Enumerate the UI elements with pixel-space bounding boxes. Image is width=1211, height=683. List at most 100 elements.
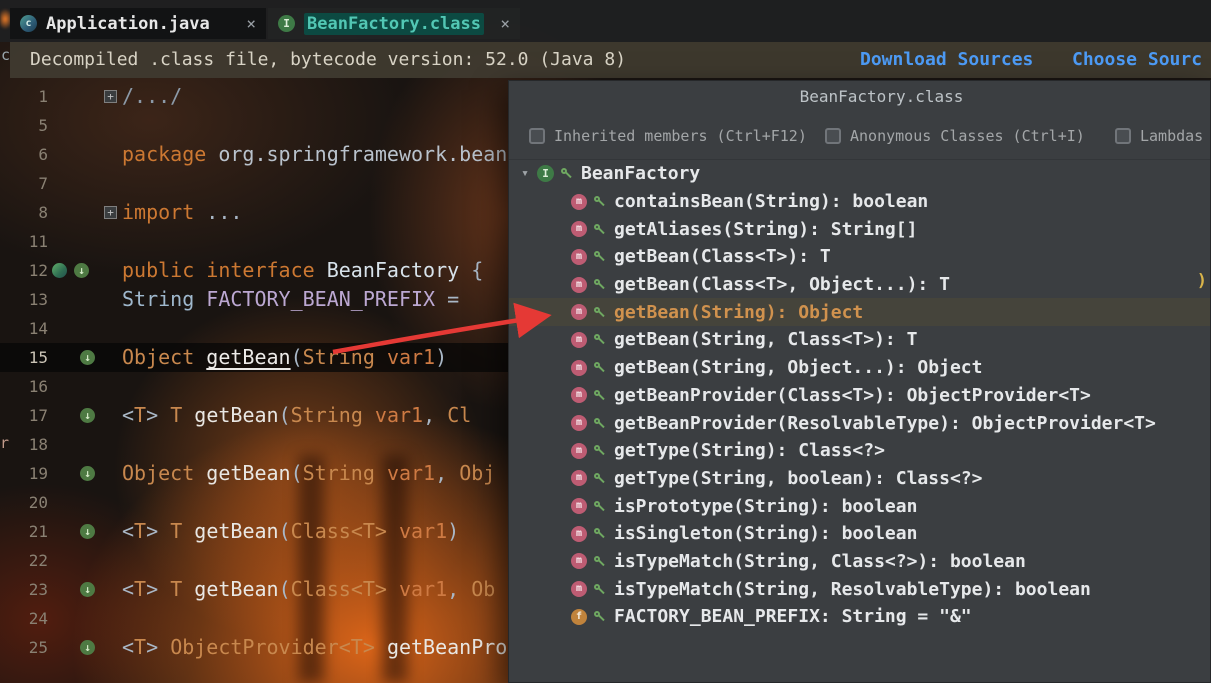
structure-row[interactable]: m getType(String): Class<?> [509, 437, 1210, 465]
line-number[interactable]: 12 [0, 256, 48, 285]
close-icon[interactable]: × [500, 14, 510, 33]
method-icon: m [571, 193, 587, 210]
structure-row[interactable]: m getType(String, boolean): Class<?> [509, 465, 1210, 493]
code-text: String FACTORY_BEAN_PREFIX = [122, 287, 460, 311]
key-icon [593, 527, 606, 540]
structure-row[interactable]: m getBean(String, Class<T>): T [509, 326, 1210, 354]
key-icon [593, 306, 606, 319]
filter-label: Inherited members (Ctrl+F12) [554, 127, 807, 145]
key-icon [593, 361, 606, 374]
download-sources-link[interactable]: Download Sources [860, 42, 1033, 78]
structure-tree: ▾ I BeanFactory m containsBean(String): b… [509, 160, 1210, 631]
code-text: /.../ [122, 84, 183, 108]
member-signature: getType(String): Class<?> [614, 440, 885, 462]
method-icon: m [571, 581, 587, 598]
line-number[interactable]: 11 [0, 227, 48, 256]
member-signature: getBean(String, Object...): Object [614, 357, 983, 379]
class-name: BeanFactory [581, 163, 701, 185]
line-number[interactable]: 18 [0, 430, 48, 459]
tab-application-java[interactable]: c Application.java × [10, 8, 266, 39]
code-text: Object getBean(String var1) [122, 345, 448, 369]
key-icon [593, 444, 606, 457]
method-icon: m [571, 442, 587, 459]
inherited-members-filter[interactable]: Inherited members (Ctrl+F12) [529, 113, 807, 159]
tab-beanfactory-class[interactable]: I BeanFactory.class × [268, 8, 520, 39]
method-icon: m [571, 498, 587, 515]
key-icon [593, 195, 606, 208]
line-number[interactable]: 24 [0, 604, 48, 633]
line-number[interactable]: 16 [0, 372, 48, 401]
implemented-marker-icon[interactable]: ↓ [80, 640, 95, 655]
structure-row[interactable]: m getBean(Class<T>): T [509, 243, 1210, 271]
method-icon: m [571, 415, 587, 432]
structure-row[interactable]: m isTypeMatch(String, Class<?>): boolean [509, 548, 1210, 576]
line-number[interactable]: 13 [0, 285, 48, 314]
method-icon: m [571, 331, 587, 348]
implemented-marker-icon[interactable]: ↓ [74, 263, 89, 278]
code-text: package org.springframework.bean [122, 142, 508, 166]
key-icon [593, 472, 606, 485]
key-icon [593, 555, 606, 568]
structure-row[interactable]: m getBeanProvider(Class<T>): ObjectProvid… [509, 382, 1210, 410]
method-icon: m [571, 221, 587, 238]
method-icon: m [571, 553, 587, 570]
class-gutter-icon[interactable] [52, 263, 67, 278]
structure-row[interactable]: m isSingleton(String): boolean [509, 520, 1210, 548]
member-signature: isTypeMatch(String, Class<?>): boolean [614, 550, 1026, 572]
implemented-marker-icon[interactable]: ↓ [80, 524, 95, 539]
structure-root-row[interactable]: ▾ I BeanFactory [509, 160, 1210, 188]
chevron-down-icon[interactable]: ▾ [519, 166, 531, 181]
line-number[interactable]: 17 [0, 401, 48, 430]
checkbox-icon[interactable] [529, 128, 545, 144]
member-signature: isTypeMatch(String, ResolvableType): boo… [614, 578, 1091, 600]
structure-row[interactable]: f FACTORY_BEAN_PREFIX: String = "&" [509, 603, 1210, 631]
member-signature: getBeanProvider(Class<T>): ObjectProvide… [614, 384, 1091, 406]
structure-row[interactable]: m getBean(String, Object...): Object [509, 354, 1210, 382]
filter-label: Lambdas [1140, 127, 1204, 145]
structure-row[interactable]: m getBean(String): Object [509, 298, 1210, 327]
structure-row[interactable]: m containsBean(String): boolean [509, 188, 1210, 216]
close-icon[interactable]: × [246, 14, 256, 33]
member-signature: getAliases(String): String[] [614, 218, 918, 240]
line-number[interactable]: 14 [0, 314, 48, 343]
code-text: <T> T getBean(Class<T> var1) [122, 519, 460, 543]
line-number[interactable]: 6 [0, 140, 48, 169]
method-icon: m [571, 387, 587, 404]
line-number[interactable]: 25 [0, 633, 48, 662]
line-number[interactable]: 5 [0, 111, 48, 140]
structure-row[interactable]: m getBeanProvider(ResolvableType): Object… [509, 409, 1210, 437]
key-icon [560, 167, 573, 180]
fold-marker-icon[interactable]: + [104, 90, 117, 103]
line-number[interactable]: 20 [0, 488, 48, 517]
line-number[interactable]: 15 [0, 343, 48, 372]
line-number[interactable]: 7 [0, 169, 48, 198]
structure-row[interactable]: m getAliases(String): String[] [509, 215, 1210, 243]
tab-label: Application.java [46, 13, 210, 34]
key-icon [593, 500, 606, 513]
lambdas-filter[interactable]: Lambdas [1115, 113, 1203, 159]
line-number[interactable]: 23 [0, 575, 48, 604]
key-icon [593, 223, 606, 236]
line-number[interactable]: 1 [0, 82, 48, 111]
member-signature: containsBean(String): boolean [614, 191, 929, 213]
implemented-marker-icon[interactable]: ↓ [80, 350, 95, 365]
member-signature: isSingleton(String): boolean [614, 523, 918, 545]
implemented-marker-icon[interactable]: ↓ [80, 408, 95, 423]
structure-row[interactable]: m isPrototype(String): boolean [509, 492, 1210, 520]
choose-sources-link[interactable]: Choose Sourc [1072, 42, 1202, 78]
structure-row[interactable]: m getBean(Class<T>, Object...): T [509, 271, 1210, 299]
fold-marker-icon[interactable]: + [104, 206, 117, 219]
checkbox-icon[interactable] [1115, 128, 1131, 144]
line-number[interactable]: 21 [0, 517, 48, 546]
implemented-marker-icon[interactable]: ↓ [80, 466, 95, 481]
implemented-marker-icon[interactable]: ↓ [80, 582, 95, 597]
anonymous-classes-filter[interactable]: Anonymous Classes (Ctrl+I) [825, 113, 1085, 159]
member-signature: getBean(Class<T>, Object...): T [614, 274, 950, 296]
line-number[interactable]: 8 [0, 198, 48, 227]
structure-row[interactable]: m isTypeMatch(String, ResolvableType): bo… [509, 575, 1210, 603]
method-icon: m [571, 276, 587, 293]
line-number[interactable]: 19 [0, 459, 48, 488]
checkbox-icon[interactable] [825, 128, 841, 144]
key-icon [593, 610, 606, 623]
line-number[interactable]: 22 [0, 546, 48, 575]
